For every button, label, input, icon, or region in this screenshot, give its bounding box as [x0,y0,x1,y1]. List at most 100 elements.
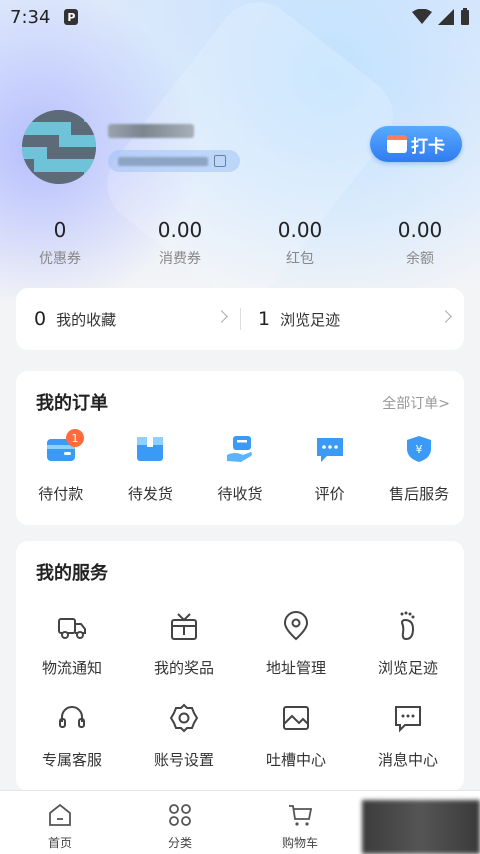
order-pending-receipt[interactable]: 待收货 [195,435,285,504]
chevron-right-icon [439,310,452,323]
stat-label: 红包 [286,251,314,267]
avatar-mosaic-cell [58,134,72,147]
settings-gear-icon [169,703,199,733]
service-customer-support[interactable]: 专属客服 [16,703,128,795]
status-icons [412,8,470,26]
service-logistics[interactable]: 物流通知 [16,611,128,703]
avatar-mosaic-cell [71,171,84,184]
tab-label: 首页 [47,836,72,850]
signal-icon [438,9,454,25]
orders-title: 我的订单 [36,393,108,414]
favorites-label: 我的收藏 [56,310,117,329]
avatar-mosaic-cell [34,110,47,123]
service-label: 吐槽中心 [265,751,326,769]
avatar-mosaic-cell [83,110,96,123]
avatar-mosaic-cell [71,110,84,123]
location-pin-icon [283,611,309,641]
avatar-mosaic-cell [34,146,47,160]
user-id-pill[interactable] [108,150,240,172]
order-after-sales[interactable]: ¥ 售后服务 [374,435,464,504]
service-label: 浏览足迹 [377,659,438,677]
avatar-mosaic-cell [22,159,35,172]
avatar-mosaic-cell [83,171,96,184]
user-id-blurred [118,156,208,166]
order-review[interactable]: 评价 [285,435,375,504]
avatar-mosaic-cell [22,171,35,184]
service-prizes[interactable]: 我的奖品 [128,611,240,703]
avatar-mosaic-cell [83,159,96,172]
tab-label: 购物车 [281,836,318,850]
tab-category[interactable]: 分类 [120,791,240,854]
hand-receive-icon [226,436,252,462]
avatar-mosaic-cell [58,146,72,160]
avatar-mosaic-cell [46,171,59,184]
service-history[interactable]: 浏览足迹 [352,611,464,703]
avatar-mosaic-cell [22,146,35,160]
service-messages[interactable]: 消息中心 [352,703,464,795]
avatar-mosaic-cell [46,159,59,172]
stat-label: 消费券 [159,251,201,267]
chevron-right-icon: > [438,396,450,412]
my-favorites-link[interactable]: 0 我的收藏 [16,288,240,350]
service-address[interactable]: 地址管理 [240,611,352,703]
tab-mine-blurred[interactable] [362,800,480,854]
copy-icon[interactable] [214,155,226,167]
image-frame-icon [283,706,309,730]
order-label: 评价 [314,485,345,503]
orders-card: 我的订单 全部订单> 1 待付款 待发货 待收货 评价 ¥ 售后服务 [16,371,464,525]
service-label: 账号设置 [153,751,214,769]
order-pending-payment[interactable]: 1 待付款 [16,429,106,504]
avatar-mosaic-cell [71,134,84,147]
truck-icon [58,618,86,639]
avatar-mosaic-cell [58,159,72,172]
favorites-card: 0 我的收藏 1 浏览足迹 [16,288,464,350]
stat-consumption-vouchers[interactable]: 0.00 消费券 [120,218,240,268]
avatar-mosaic-cell [83,134,96,147]
history-count: 1 [258,308,271,330]
stat-value: 0.00 [277,218,323,242]
battery-icon [461,8,469,25]
avatar-mosaic-cell [71,122,84,135]
tab-cart[interactable]: 购物车 [240,791,360,854]
all-orders-link[interactable]: 全部订单> [382,393,450,413]
services-title: 我的服务 [36,563,108,584]
order-pending-shipment[interactable]: 待发货 [106,435,196,504]
avatar-mosaic-cell [83,146,96,160]
headset-icon [59,706,85,728]
checkin-button[interactable]: 打卡 [370,126,462,162]
service-label: 地址管理 [265,659,326,677]
home-icon [49,803,71,826]
username-blurred [108,124,194,138]
stat-balance[interactable]: 0.00 余额 [360,218,480,268]
stat-red-packets[interactable]: 0.00 红包 [240,218,360,268]
stat-label: 余额 [406,251,434,267]
svg-text:¥: ¥ [416,443,423,456]
calendar-icon [387,135,407,153]
order-label: 售后服务 [389,485,450,503]
stat-coupons[interactable]: 0 优惠券 [0,218,120,268]
order-label: 待收货 [217,485,263,503]
service-label: 专属客服 [41,751,102,769]
avatar-mosaic-cell [58,110,72,123]
avatar[interactable] [22,110,96,184]
order-label: 待发货 [127,485,173,503]
service-label: 我的奖品 [153,659,214,677]
services-grid: 物流通知 我的奖品 地址管理 浏览足迹 专属客服 账号设置 吐槽中心 消息中心 [16,611,464,795]
cart-icon [289,805,313,826]
browse-history-link[interactable]: 1 浏览足迹 [240,288,464,350]
order-status-row: 1 待付款 待发货 待收货 评价 ¥ 售后服务 [16,429,464,504]
service-feedback[interactable]: 吐槽中心 [240,703,352,795]
wifi-icon [412,9,432,24]
chevron-right-icon [215,310,228,323]
footprint-icon [400,611,415,641]
box-icon [137,437,164,461]
tab-home[interactable]: 首页 [0,791,120,854]
pending-payment-badge: 1 [66,429,84,447]
avatar-mosaic-cell [58,122,72,135]
service-account-settings[interactable]: 账号设置 [128,703,240,795]
chat-icon [316,438,343,462]
avatar-mosaic-cell [22,134,35,147]
order-label: 待付款 [38,485,84,503]
service-label: 物流通知 [41,659,102,677]
avatar-mosaic-cell [71,146,84,160]
